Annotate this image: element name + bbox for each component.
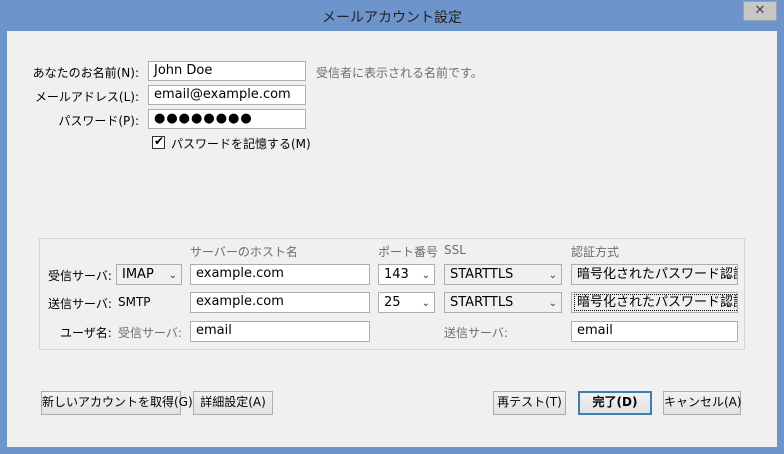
close-icon: ✕ — [754, 3, 766, 18]
outgoing-server-label: 送信サーバ: — [48, 297, 112, 311]
incoming-username-input[interactable]: email — [190, 321, 370, 342]
name-input[interactable]: John Doe — [148, 61, 306, 81]
incoming-port-value: 143 — [384, 267, 409, 282]
remember-password-checkbox[interactable]: ✔ — [152, 134, 165, 149]
outgoing-ssl-value: STARTTLS — [450, 295, 514, 310]
name-label: あなたのお名前(N): — [32, 66, 139, 80]
incoming-auth-select[interactable]: 暗号化されたパスワード認証 ⌄ — [571, 264, 738, 285]
retest-button[interactable]: 再テスト(T) — [493, 391, 566, 415]
chevron-down-icon: ⌄ — [421, 270, 430, 281]
incoming-auth-value: 暗号化されたパスワード認証 — [577, 267, 738, 282]
name-hint: 受信者に表示される名前です。 — [316, 66, 483, 80]
outgoing-port-select[interactable]: 25 ⌄ — [378, 292, 435, 313]
outgoing-port-value: 25 — [384, 295, 401, 310]
outgoing-protocol-label: SMTP — [118, 295, 151, 309]
chevron-down-icon: ⌄ — [548, 270, 557, 281]
mail-account-setup-window: メールアカウント設定 ✕ あなたのお名前(N): John Doe 受信者に表示… — [0, 0, 784, 454]
password-input[interactable]: ●●●●●●●● — [148, 109, 306, 129]
email-input[interactable]: email@example.com — [148, 85, 306, 105]
incoming-protocol-select[interactable]: IMAP ⌄ — [116, 264, 182, 285]
done-button[interactable]: 完了(D) — [578, 391, 652, 415]
incoming-ssl-select[interactable]: STARTTLS ⌄ — [444, 264, 562, 285]
password-label: パスワード(P): — [58, 114, 139, 128]
window-title: メールアカウント設定 — [322, 10, 462, 26]
incoming-host-input[interactable]: example.com — [190, 264, 370, 285]
username-incoming-label: 受信サーバ: — [118, 326, 182, 340]
chevron-down-icon: ⌄ — [421, 298, 430, 309]
outgoing-username-input[interactable]: email — [571, 321, 738, 342]
chevron-down-icon: ⌄ — [724, 298, 733, 309]
incoming-ssl-value: STARTTLS — [450, 267, 514, 282]
title-bar[interactable]: メールアカウント設定 ✕ — [0, 0, 784, 31]
username-outgoing-label: 送信サーバ: — [444, 326, 508, 340]
chevron-down-icon: ⌄ — [168, 270, 177, 281]
outgoing-ssl-select[interactable]: STARTTLS ⌄ — [444, 292, 562, 313]
chevron-down-icon: ⌄ — [724, 270, 733, 281]
chevron-down-icon: ⌄ — [548, 298, 557, 309]
outgoing-auth-select[interactable]: 暗号化されたパスワード認証 ⌄ — [571, 292, 738, 313]
auth-column-header: 認証方式 — [571, 245, 620, 259]
incoming-server-label: 受信サーバ: — [48, 269, 112, 283]
checkmark-icon: ✔ — [154, 134, 165, 148]
advanced-settings-button[interactable]: 詳細設定(A) — [193, 391, 273, 415]
email-label: メールアドレス(L): — [34, 90, 139, 104]
cancel-button[interactable]: キャンセル(A) — [663, 391, 742, 415]
close-button[interactable]: ✕ — [743, 1, 777, 21]
username-label: ユーザ名: — [60, 326, 112, 340]
host-column-header: サーバーのホスト名 — [190, 245, 298, 259]
dialog-body: あなたのお名前(N): John Doe 受信者に表示される名前です。 メールア… — [7, 31, 777, 447]
new-account-button[interactable]: 新しいアカウントを取得(G) — [41, 391, 193, 415]
port-column-header: ポート番号 — [378, 245, 439, 259]
remember-password-label[interactable]: パスワードを記憶する(M) — [171, 135, 311, 152]
ssl-column-header: SSL — [444, 243, 466, 257]
outgoing-auth-value: 暗号化されたパスワード認証 — [574, 294, 737, 311]
outgoing-host-input[interactable]: example.com — [190, 292, 370, 313]
incoming-port-select[interactable]: 143 ⌄ — [378, 264, 435, 285]
incoming-protocol-value: IMAP — [122, 267, 154, 282]
